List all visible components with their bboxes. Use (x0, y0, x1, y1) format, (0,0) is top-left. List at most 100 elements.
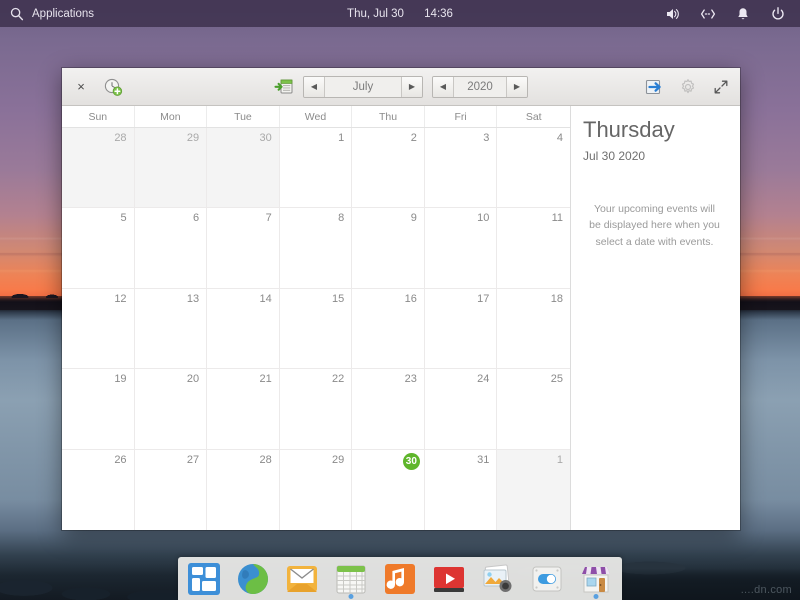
dock-item-music[interactable] (380, 559, 420, 599)
clock-add-icon[interactable] (103, 77, 123, 97)
day-cell[interactable]: 10 (424, 208, 498, 288)
volume-icon[interactable] (665, 6, 681, 22)
day-cell[interactable]: 4 (497, 128, 570, 208)
day-cell[interactable]: 31 (424, 449, 498, 530)
day-cell[interactable]: 20 (134, 369, 208, 449)
day-cell[interactable]: 2 (352, 128, 425, 208)
day-cell[interactable]: 24 (424, 369, 498, 449)
day-cell[interactable]: 14 (207, 288, 280, 369)
month-value[interactable]: July (325, 76, 401, 97)
window-titlebar: × ◀ July ▶ ◀ 2020 ▶ (62, 68, 740, 106)
day-cell[interactable]: 17 (424, 288, 498, 369)
expand-icon[interactable] (712, 78, 730, 96)
day-cell-today[interactable]: 30 (352, 449, 425, 530)
dock-item-email[interactable] (282, 559, 322, 599)
weekday-header-tue: Tue (207, 106, 280, 127)
day-number: 24 (477, 373, 490, 386)
day-cell[interactable]: 7 (207, 208, 280, 288)
day-cell[interactable]: 22 (279, 369, 353, 449)
day-cell[interactable]: 12 (62, 288, 135, 369)
weeks-container: 28 29 30 1 2 3 4 5 6 7 8 9 10 11 12 13 14 15 16 17 18 19 20 21 2… (62, 128, 570, 530)
day-number: 31 (477, 453, 490, 466)
dock-item-software[interactable] (576, 559, 616, 599)
day-number: 20 (186, 373, 200, 386)
day-number: 10 (477, 212, 490, 225)
event-side-panel: Thursday Jul 30 2020 Your upcoming event… (570, 106, 740, 530)
calendar-navigation: ◀ July ▶ ◀ 2020 ▶ (62, 75, 740, 98)
day-cell[interactable]: 8 (279, 208, 353, 288)
day-cell[interactable]: 3 (424, 128, 498, 208)
day-number: 1 (556, 453, 563, 466)
day-cell[interactable]: 9 (352, 208, 425, 288)
day-cell[interactable]: 21 (207, 369, 280, 449)
day-cell[interactable]: 29 (134, 128, 208, 208)
day-cell[interactable]: 1 (497, 449, 570, 530)
day-cell[interactable]: 28 (62, 128, 135, 208)
day-number: 25 (550, 373, 563, 386)
day-number: 13 (186, 292, 200, 305)
day-number: 3 (483, 132, 490, 144)
today-icon[interactable] (274, 77, 294, 97)
day-cell[interactable]: 27 (134, 449, 208, 530)
day-cell[interactable]: 29 (279, 449, 353, 530)
day-number: 17 (477, 292, 490, 305)
day-number: 8 (338, 212, 345, 225)
day-number: 21 (259, 373, 272, 386)
day-number: 30 (402, 452, 420, 470)
day-cell[interactable]: 26 (62, 449, 135, 530)
day-number: 5 (120, 212, 127, 225)
day-cell[interactable]: 6 (134, 208, 208, 288)
day-cell[interactable]: 11 (497, 208, 570, 288)
day-cell[interactable]: 23 (352, 369, 425, 449)
day-cell[interactable]: 28 (207, 449, 280, 530)
dock-item-web-browser[interactable] (233, 559, 273, 599)
network-icon[interactable] (700, 6, 716, 22)
search-icon (10, 7, 24, 20)
clock-date: Thu, Jul 30 (347, 7, 404, 20)
week-row: 28 29 30 1 2 3 4 (62, 128, 570, 209)
day-number: 12 (114, 292, 127, 305)
day-number: 1 (338, 132, 345, 144)
watermark: ....dn.com (740, 584, 792, 596)
dock-item-calendar[interactable] (331, 559, 371, 599)
dock-item-system-settings[interactable] (527, 559, 567, 599)
day-cell[interactable]: 25 (497, 369, 570, 449)
running-indicator (348, 593, 354, 599)
prev-month-button[interactable]: ◀ (304, 76, 325, 97)
export-icon[interactable] (644, 77, 664, 97)
day-cell[interactable]: 13 (134, 288, 208, 369)
calendar-icon (333, 561, 369, 597)
year-value[interactable]: 2020 (454, 76, 506, 97)
weekday-header-row: Sun Mon Tue Wed Thu Fri Sat (62, 106, 570, 128)
settings-icon (529, 561, 565, 597)
prev-year-button[interactable]: ◀ (433, 76, 454, 97)
dock-item-photos[interactable] (478, 559, 518, 599)
dock-item-videos[interactable] (429, 559, 469, 599)
day-cell[interactable]: 18 (497, 288, 570, 369)
gear-icon[interactable] (678, 77, 698, 97)
day-number: 16 (404, 292, 417, 305)
next-month-button[interactable]: ▶ (401, 76, 422, 97)
day-cell[interactable]: 30 (207, 128, 280, 208)
dock-item-applications[interactable] (184, 559, 224, 599)
day-cell[interactable]: 19 (62, 369, 135, 449)
weekday-header-thu: Thu (352, 106, 425, 127)
day-number: 29 (332, 453, 345, 466)
day-cell[interactable]: 1 (279, 128, 353, 208)
day-cell[interactable]: 15 (279, 288, 353, 369)
photos-icon (480, 561, 516, 597)
day-number: 27 (186, 453, 200, 466)
dock (178, 557, 622, 600)
week-row: 19 20 21 22 23 24 25 (62, 369, 570, 450)
day-cell[interactable]: 16 (352, 288, 425, 369)
power-icon[interactable] (770, 6, 786, 22)
close-icon[interactable]: × (72, 78, 90, 96)
applications-menu[interactable]: Applications (0, 6, 94, 22)
day-number: 2 (410, 132, 417, 144)
notifications-icon[interactable] (735, 6, 751, 22)
month-spinner: ◀ July ▶ (303, 75, 423, 98)
next-year-button[interactable]: ▶ (506, 76, 527, 97)
day-cell[interactable]: 5 (62, 208, 135, 288)
running-indicator (593, 593, 599, 599)
music-icon (382, 561, 418, 597)
